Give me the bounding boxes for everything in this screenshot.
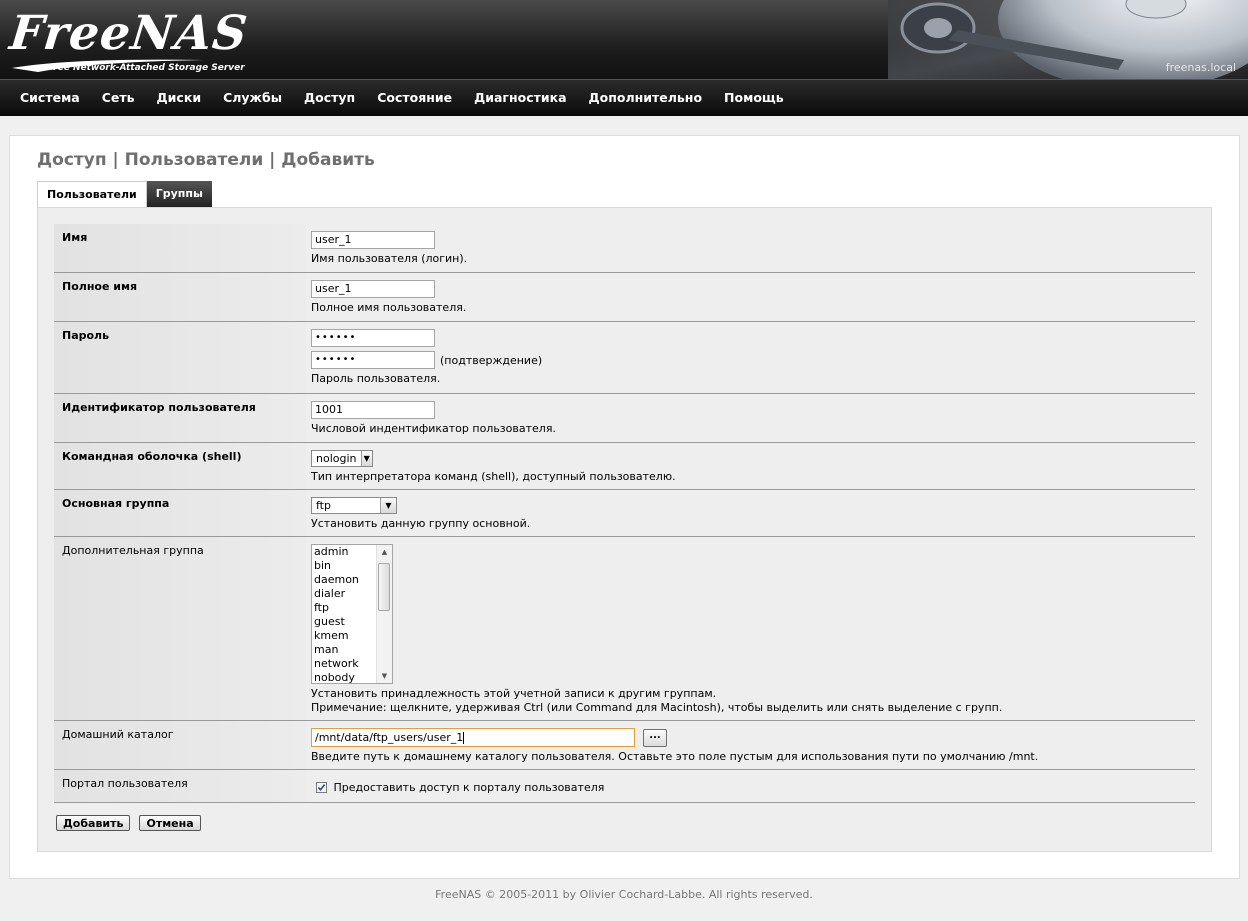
password-confirm-input[interactable]: ••••••: [311, 351, 435, 369]
tab-users[interactable]: Пользователи: [37, 181, 147, 207]
menu-advanced[interactable]: Дополнительно: [578, 80, 714, 116]
shell-label: Командная оболочка (shell): [54, 443, 306, 489]
row-portal: Портал пользователя Предоставить доступ …: [54, 770, 1195, 803]
homedir-label: Домашний каталог: [54, 721, 306, 769]
uid-desc: Числовой индентификатор пользователя.: [311, 422, 556, 435]
row-shell: Командная оболочка (shell) nologin ▼ Тип…: [54, 443, 1195, 490]
password-cell: •••••• •••••• (подтверждение) Пароль поль…: [306, 322, 1195, 393]
shell-select[interactable]: nologin ▼: [311, 450, 373, 467]
listbox-scrollbar[interactable]: ▲ ▼: [376, 545, 392, 683]
menu-services[interactable]: Службы: [212, 80, 293, 116]
portal-cell: Предоставить доступ к порталу пользовате…: [306, 770, 1195, 802]
name-desc: Имя пользователя (логин).: [311, 252, 468, 265]
main-menu: Система Сеть Диски Службы Доступ Состоян…: [0, 79, 1248, 116]
browse-button[interactable]: ...: [643, 728, 667, 747]
menu-status[interactable]: Состояние: [366, 80, 463, 116]
name-cell: user_1 Имя пользователя (логин).: [306, 224, 1195, 272]
add-button[interactable]: Добавить: [56, 815, 131, 831]
scroll-up-icon[interactable]: ▲: [377, 545, 392, 559]
password-input[interactable]: ••••••: [311, 329, 435, 347]
portal-label: Портал пользователя: [54, 770, 306, 802]
checkmark-icon: [317, 783, 326, 791]
row-password: Пароль •••••• •••••• (подтверждение) Паро…: [54, 322, 1195, 394]
shell-desc: Тип интерпретатора команд (shell), досту…: [311, 470, 676, 483]
additional-groups-cell: admin bin daemon dialer ftp guest kmem m…: [306, 537, 1195, 720]
shell-cell: nologin ▼ Тип интерпретатора команд (she…: [306, 443, 1195, 489]
scrollbar-thumb[interactable]: [378, 563, 390, 611]
primary-group-select-value: ftp: [316, 499, 331, 512]
menu-system[interactable]: Система: [9, 80, 91, 116]
logo-subtitle: Free Network-Attached Storage Server: [48, 63, 245, 73]
password-desc: Пароль пользователя.: [311, 372, 441, 385]
row-name: Имя user_1 Имя пользователя (логин).: [54, 224, 1195, 273]
additional-groups-label: Дополнительная группа: [54, 537, 306, 720]
homedir-cell: /mnt/data/ftp_users/user_1... Введите пу…: [306, 721, 1195, 769]
row-primary-group: Основная группа ftp ▼ Установить данную …: [54, 490, 1195, 537]
hostname: freenas.local: [1165, 61, 1236, 74]
menu-help[interactable]: Помощь: [713, 80, 795, 116]
additional-groups-desc-line1: Установить принадлежность этой учетной з…: [311, 687, 717, 700]
primary-group-desc: Установить данную группу основной.: [311, 517, 531, 530]
text-cursor: [463, 732, 465, 744]
freenas-logo[interactable]: FreeNAS Free Network-Attached Storage Se…: [7, 6, 251, 73]
chevron-down-icon: ▼: [380, 498, 396, 513]
fullname-label: Полное имя: [54, 273, 306, 321]
name-input[interactable]: user_1: [311, 231, 435, 249]
row-fullname: Полное имя user_1 Полное имя пользовател…: [54, 273, 1195, 322]
fullname-input[interactable]: user_1: [311, 280, 435, 298]
footer-copyright: FreeNAS © 2005-2011 by Olivier Cochard-L…: [435, 888, 813, 901]
logo-text: FreeNAS: [7, 6, 251, 61]
menu-diagnostics[interactable]: Диагностика: [463, 80, 577, 116]
homedir-input-value: /mnt/data/ftp_users/user_1: [315, 731, 464, 744]
tab-groups[interactable]: Группы: [146, 181, 212, 207]
fullname-cell: user_1 Полное имя пользователя.: [306, 273, 1195, 321]
shell-select-value: nologin: [316, 452, 357, 465]
row-uid: Идентификатор пользователя 1001 Числовой…: [54, 394, 1195, 443]
header-banner: FreeNAS Free Network-Attached Storage Se…: [0, 0, 1248, 79]
chevron-down-icon: ▼: [360, 451, 372, 466]
uid-label: Идентификатор пользователя: [54, 394, 306, 442]
primary-group-label: Основная группа: [54, 490, 306, 536]
portal-checkbox-label[interactable]: Предоставить доступ к порталу пользовате…: [334, 781, 605, 794]
homedir-input[interactable]: /mnt/data/ftp_users/user_1: [311, 728, 635, 747]
scroll-down-icon[interactable]: ▼: [377, 669, 392, 683]
form-buttons: Добавить Отмена: [56, 815, 201, 831]
primary-group-cell: ftp ▼ Установить данную группу основной.: [306, 490, 1195, 536]
additional-groups-desc-line2: Примечание: щелкните, удерживая Ctrl (ил…: [311, 701, 1003, 714]
homedir-desc: Введите путь к домашнему каталогу пользо…: [311, 750, 1039, 763]
password-label: Пароль: [54, 322, 306, 393]
menu-disks[interactable]: Диски: [146, 80, 213, 116]
password-confirm-note: (подтверждение): [440, 353, 543, 367]
tab-bar: Пользователи Группы: [37, 181, 212, 207]
row-additional-groups: Дополнительная группа admin bin daemon d…: [54, 537, 1195, 721]
fullname-desc: Полное имя пользователя.: [311, 301, 467, 314]
row-homedir: Домашний каталог /mnt/data/ftp_users/use…: [54, 721, 1195, 770]
portal-checkbox[interactable]: [316, 781, 327, 793]
cancel-button[interactable]: Отмена: [139, 815, 201, 831]
form-panel: Имя user_1 Имя пользователя (логин). Пол…: [37, 207, 1212, 852]
uid-input[interactable]: 1001: [311, 401, 435, 419]
primary-group-select[interactable]: ftp ▼: [311, 497, 397, 514]
page-title: Доступ | Пользователи | Добавить: [37, 150, 375, 170]
name-label: Имя: [54, 224, 306, 272]
additional-groups-desc: Установить принадлежность этой учетной з…: [311, 687, 1190, 715]
content-frame: Доступ | Пользователи | Добавить Пользов…: [9, 135, 1240, 879]
menu-access[interactable]: Доступ: [293, 80, 366, 116]
user-form: Имя user_1 Имя пользователя (логин). Пол…: [54, 224, 1195, 803]
menu-network[interactable]: Сеть: [91, 80, 146, 116]
uid-cell: 1001 Числовой индентификатор пользовател…: [306, 394, 1195, 442]
additional-groups-listbox[interactable]: admin bin daemon dialer ftp guest kmem m…: [311, 544, 393, 684]
